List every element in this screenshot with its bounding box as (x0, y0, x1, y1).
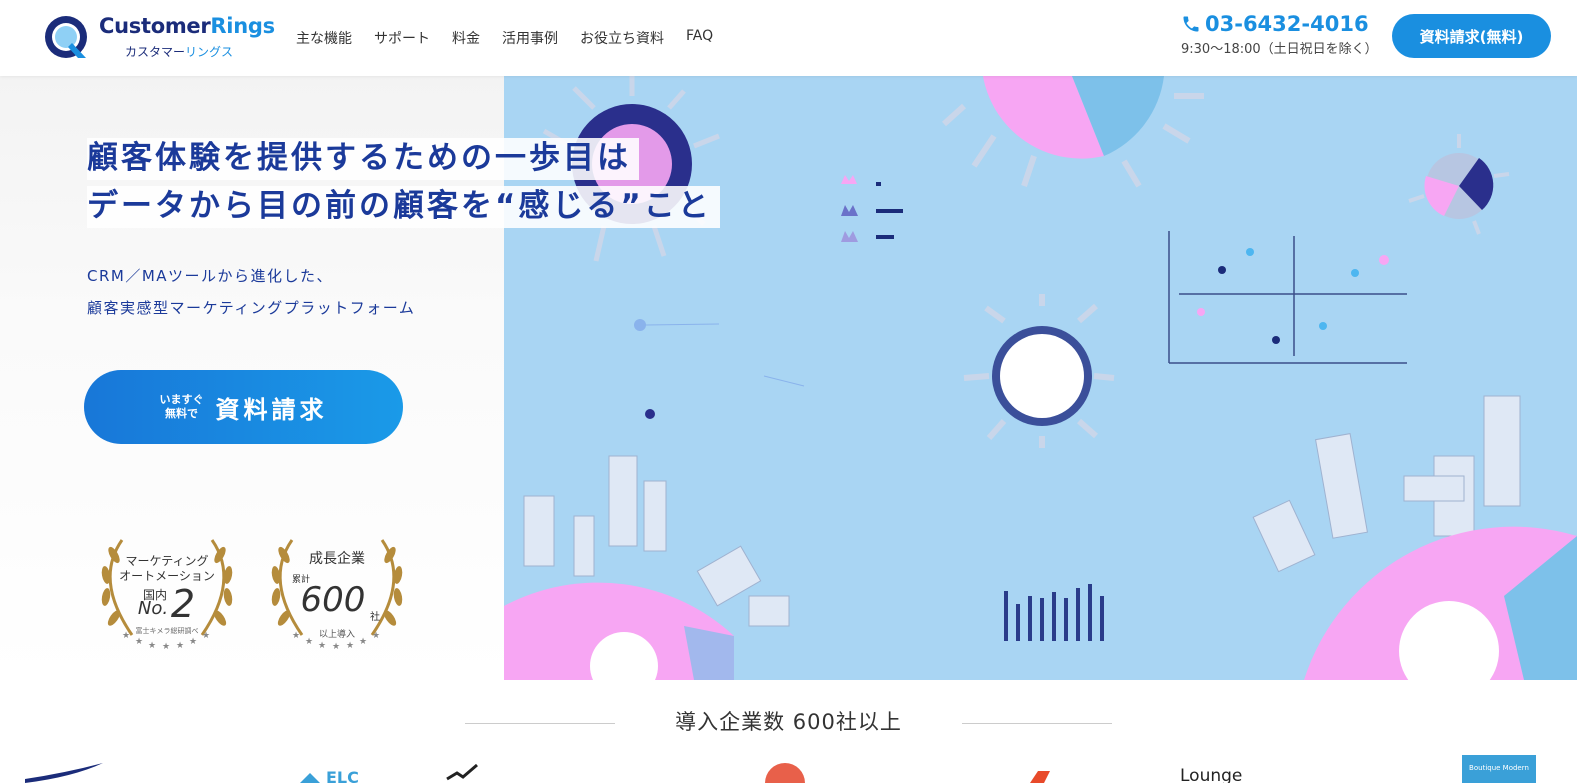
svg-text:★: ★ (162, 642, 170, 652)
planet-center (963, 294, 1115, 448)
headline-line-2: データから目の前の顧客を“感じる”こと (87, 186, 720, 228)
nav-features[interactable]: 主な機能 (296, 28, 352, 48)
client-logo-strip: ELC Lounge Boutique Modern (0, 755, 1577, 783)
logo-wordmark: CustomerRings (99, 14, 275, 38)
logo-boutique: Boutique Modern (1469, 764, 1529, 772)
cta-small-text: いますぐ 無料で (159, 393, 204, 420)
hero-headline: 顧客体験を提供するための一歩目は データから目の前の顧客を“感じる”こと (87, 138, 720, 228)
business-hours: 9:30〜18:00（土日祝日を除く） (1181, 42, 1378, 57)
svg-text:★: ★ (346, 641, 354, 651)
nav-resources[interactable]: お役立ち資料 (580, 28, 664, 48)
phone-icon (1183, 16, 1199, 32)
hero-subtitle: CRM／MAツールから進化した、 顧客実感型マーケティングプラットフォーム (87, 260, 415, 324)
svg-text:★: ★ (189, 637, 197, 647)
request-docs-button[interactable]: 資料請求(無料) (1392, 14, 1551, 58)
logo-lounge: Lounge (1180, 766, 1242, 783)
planet-bottom-right (1252, 395, 1577, 680)
planet-top-center (941, 76, 1204, 188)
nav-faq[interactable]: FAQ (686, 28, 713, 48)
clients-title-text: 導入企業数 600社以上 (675, 710, 902, 734)
headline-line-1: 顧客体験を提供するための一歩目は (87, 138, 639, 180)
hero-request-docs-button[interactable]: いますぐ 無料で 資料請求 (84, 370, 403, 444)
logo-katakana: カスタマーリングス (125, 45, 234, 59)
subtitle-line-2: 顧客実感型マーケティングプラットフォーム (87, 299, 416, 317)
logo-icon (45, 16, 87, 58)
decor-dot (645, 409, 655, 419)
decor-dot (634, 319, 646, 331)
svg-text:★: ★ (148, 641, 156, 651)
badge-line-1: 成長企業 (309, 551, 365, 567)
nav-support[interactable]: サポート (374, 28, 430, 48)
mini-bar-chart (1004, 584, 1104, 641)
ranking-icons (841, 175, 903, 242)
phone-number[interactable]: 03-6432-4016 (1181, 12, 1369, 36)
badge-note: 以上導入 (318, 630, 355, 640)
site-header: CustomerRings カスタマーリングス 主な機能 サポート 料金 活用事… (0, 0, 1577, 76)
divider (465, 722, 616, 724)
scatter-quadrant (1168, 231, 1407, 364)
logo[interactable]: CustomerRings カスタマーリングス (42, 12, 275, 62)
svg-text:★: ★ (318, 641, 326, 651)
svg-text:ELC: ELC (326, 768, 359, 783)
award-badge-ma-no2: ★ ★ ★ ★ ★ ★ ★ マーケティング オートメーション 国内 No. 2 富士キメラ総… (92, 520, 242, 655)
planet-bottom-left (504, 455, 790, 680)
badge-value: 2 (170, 582, 196, 626)
svg-text:★: ★ (332, 642, 340, 652)
badge-note: 富士キメラ総研調べ (135, 627, 199, 635)
svg-text:★: ★ (176, 641, 184, 651)
badge-suffix: 社 (370, 612, 380, 623)
svg-text:★: ★ (135, 637, 143, 647)
main-nav: 主な機能 サポート 料金 活用事例 お役立ち資料 FAQ (296, 28, 735, 48)
scatter-points (1197, 248, 1389, 344)
cta-big-text: 資料請求 (215, 395, 328, 424)
divider (961, 722, 1112, 724)
planet-top-right (1408, 134, 1510, 235)
nav-case-studies[interactable]: 活用事例 (502, 28, 558, 48)
subtitle-line-1: CRM／MAツールから進化した、 (87, 267, 334, 285)
client-logos: ELC Lounge Boutique Modern (25, 755, 1536, 783)
nav-pricing[interactable]: 料金 (452, 28, 480, 48)
clients-heading: 導入企業数 600社以上 (0, 706, 1577, 736)
award-badge-600: ★ ★ ★ ★ ★ ★ ★ 成長企業 累計 600 社 以上導入 (262, 520, 412, 655)
